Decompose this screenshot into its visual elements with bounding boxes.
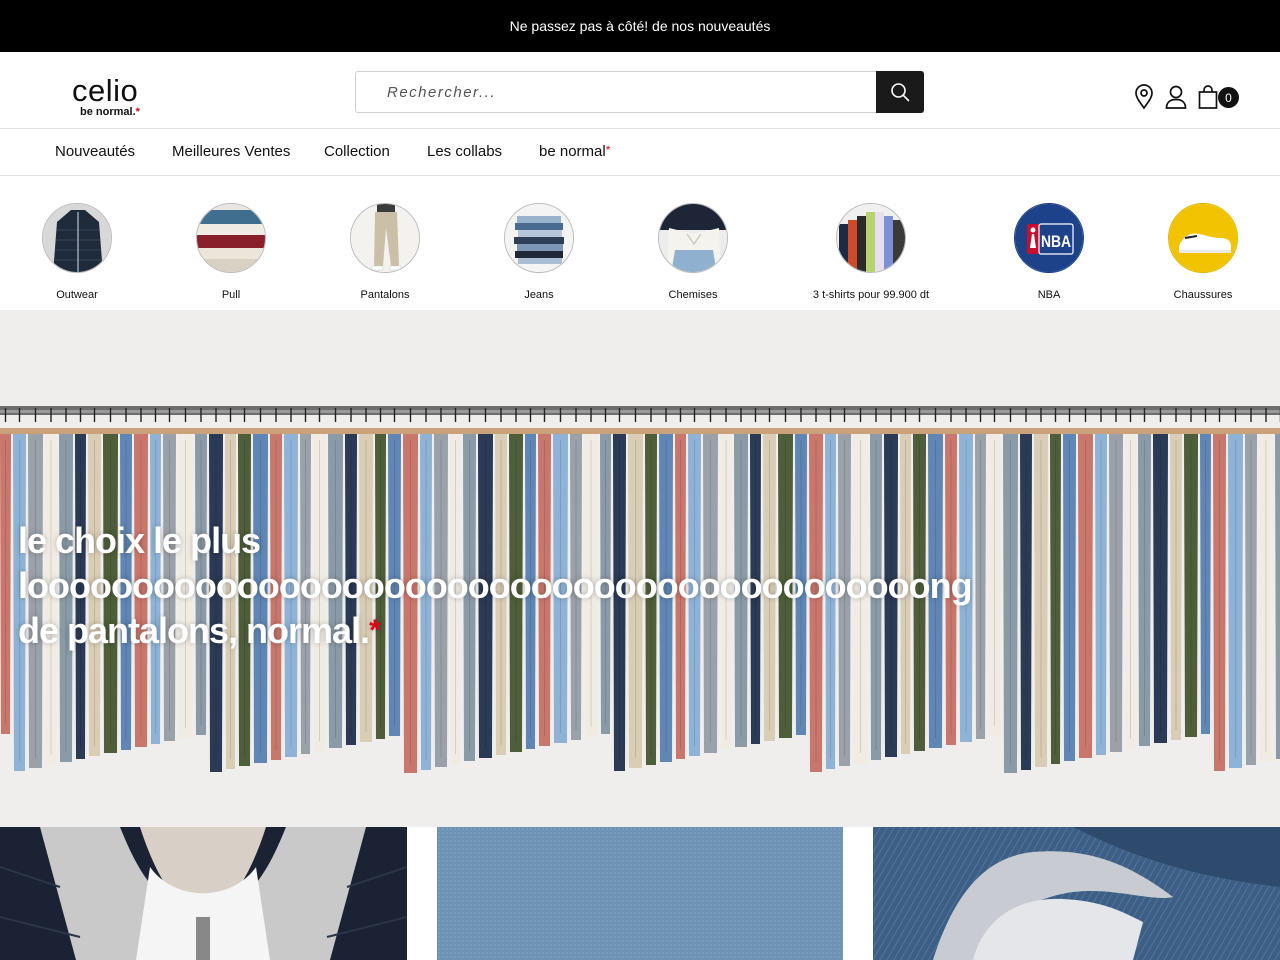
promo-message[interactable]: Ne passez pas à côté! de nos nouveautés <box>510 18 771 34</box>
tile-denim[interactable] <box>873 827 1280 960</box>
nba-logo-icon: NBA <box>1015 204 1083 272</box>
tile-outerwear-image <box>0 827 407 960</box>
category-nba-image: NBA <box>1014 203 1084 273</box>
site-header: celio be normal.* Rechercher... 0 <box>0 52 1280 129</box>
search-icon <box>891 83 910 102</box>
cart-count-badge: 0 <box>1218 87 1239 108</box>
nav-collection[interactable]: Collection <box>324 143 390 160</box>
account-button[interactable] <box>1162 83 1190 111</box>
category-chemises-label: Chemises <box>668 289 718 301</box>
main-navigation: Nouveautés Meilleures Ventes Collection … <box>0 129 1280 176</box>
category-pantalons[interactable]: Pantalons <box>315 203 455 301</box>
tile-outerwear[interactable] <box>0 827 407 960</box>
user-icon <box>1165 85 1187 109</box>
nav-meilleures-ventes[interactable]: Meilleures Ventes <box>172 143 290 160</box>
category-tiles <box>0 827 1280 960</box>
category-carousel: Outwear Pull Pantalons Jeans Chemises 3 … <box>0 176 1280 310</box>
category-chaussures-image <box>1168 203 1238 273</box>
category-pull-label: Pull <box>221 289 241 301</box>
category-pull-image <box>196 203 266 273</box>
category-outwear-image <box>42 203 112 273</box>
search-input[interactable] <box>356 72 877 112</box>
category-outwear-label: Outwear <box>56 289 98 301</box>
svg-text:NBA: NBA <box>1041 232 1071 251</box>
nav-be-normal[interactable]: be normal* <box>539 143 610 160</box>
search-button[interactable] <box>876 71 924 113</box>
hero-banner[interactable]: le choix le plus loooooooooooooooooooooo… <box>0 310 1280 827</box>
header-actions <box>1130 82 1226 112</box>
logo-tagline: be normal.* <box>80 106 140 118</box>
category-t-shirts-offer-image <box>836 203 906 273</box>
category-t-shirts-offer[interactable]: 3 t-shirts pour 99.900 dt <box>801 203 941 301</box>
tile-polos[interactable] <box>437 827 843 960</box>
category-t-shirts-offer-label: 3 t-shirts pour 99.900 dt <box>812 289 930 301</box>
category-jeans-image <box>504 203 574 273</box>
category-chemises-image <box>658 203 728 273</box>
tile-denim-image <box>873 827 1280 960</box>
tile-polos-image <box>437 827 843 960</box>
category-jeans[interactable]: Jeans <box>469 203 609 301</box>
hero-headline: le choix le plus loooooooooooooooooooooo… <box>18 518 973 653</box>
promo-bar[interactable]: Ne passez pas à côté! de nos nouveautés <box>0 0 1280 52</box>
category-pull[interactable]: Pull <box>161 203 301 301</box>
category-outwear[interactable]: Outwear <box>7 203 147 301</box>
celio-logo[interactable]: celio be normal.* <box>72 73 162 122</box>
category-pantalons-label: Pantalons <box>360 289 410 301</box>
category-chaussures-label: Chaussures <box>1173 289 1233 301</box>
location-pin-icon <box>1135 84 1153 110</box>
shopping-bag-icon <box>1198 85 1218 109</box>
nav-les-collabs[interactable]: Les collabs <box>427 143 502 160</box>
nav-nouveautes[interactable]: Nouveautés <box>55 143 135 160</box>
search-bar <box>355 71 924 113</box>
category-jeans-label: Jeans <box>524 289 554 301</box>
category-nba[interactable]: NBA NBA <box>979 203 1119 301</box>
category-pantalons-image <box>350 203 420 273</box>
category-chemises[interactable]: Chemises <box>623 203 763 301</box>
hero-line-2: looooooooooooooooooooooooooooooooooooooo… <box>18 565 973 606</box>
logo-brand: celio <box>72 73 139 108</box>
category-chaussures[interactable]: Chaussures <box>1133 203 1273 301</box>
hero-line-1: le choix le plus <box>18 520 261 561</box>
category-nba-label: NBA <box>1037 289 1061 301</box>
hero-line-3: de pantalons, normal.* <box>18 610 381 651</box>
store-locator-button[interactable] <box>1130 83 1158 111</box>
